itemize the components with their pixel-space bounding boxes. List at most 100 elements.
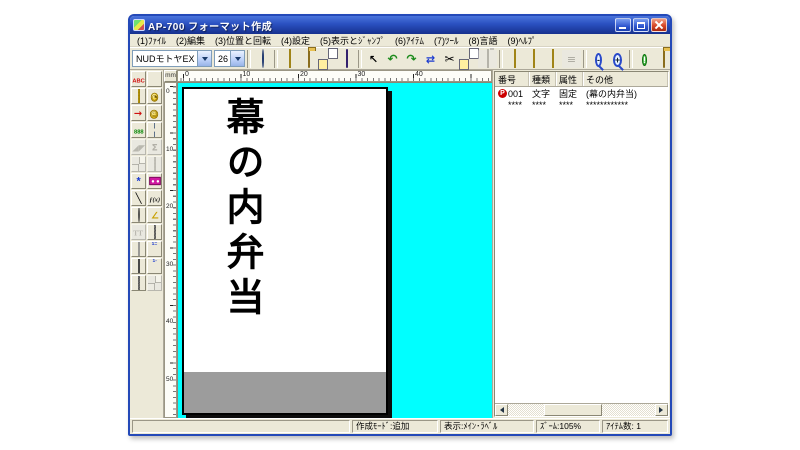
symbol-tool[interactable]: ☺ — [147, 105, 162, 121]
menu-settings[interactable]: (4)設定 — [276, 34, 315, 47]
table-row[interactable]: **** **** **** ************ — [495, 100, 668, 110]
calculator-icon — [153, 123, 156, 137]
cut-button[interactable]: ✂ — [440, 49, 460, 68]
menu-view-jump[interactable]: (5)表示とｼﾞｬﾝﾌﾟ — [315, 34, 390, 47]
decoration-tool[interactable]: * — [131, 173, 146, 189]
memo-add-button[interactable] — [505, 48, 525, 68]
scroll-left-icon[interactable] — [495, 404, 508, 416]
menu-edit[interactable]: (2)編集 — [171, 34, 210, 47]
toolbar: NUDモトヤEX明朝 26 ↖↶↷⇄✂≡-+! 全体表示 52.3 : 51.3 — [130, 47, 670, 70]
new-page-icon — [288, 48, 291, 68]
char-settings-button[interactable] — [253, 48, 273, 68]
memo-save-button[interactable] — [543, 48, 563, 68]
sequence-tool[interactable]: 1-2- — [147, 258, 162, 274]
media-tool[interactable] — [147, 173, 162, 189]
table-row[interactable]: P 001 文字 固定 (幕の内弁当) — [495, 87, 668, 100]
arrange-button[interactable]: ⇄ — [421, 49, 441, 68]
spray-icon: * — [136, 174, 141, 187]
chevron-down-icon[interactable] — [197, 51, 211, 66]
function-tool[interactable]: ƒ(x) — [147, 190, 162, 206]
calculator-tool[interactable] — [147, 122, 162, 138]
list-icon: ≡ — [566, 52, 577, 66]
scissors-icon: ✂ — [444, 51, 455, 66]
scrollbar-thumb[interactable] — [544, 404, 602, 416]
menu-help[interactable]: (9)ﾍﾙﾌﾟ — [503, 34, 542, 47]
table-tool[interactable] — [131, 88, 146, 104]
menu-position-rotation[interactable]: (3)位置と回転 — [210, 34, 276, 47]
line-icon: ╲ — [135, 192, 142, 204]
maximize-button[interactable] — [633, 18, 649, 32]
numbered-list-tool[interactable]: 1=2= — [147, 241, 162, 257]
label-text-item[interactable]: 幕の内弁当 — [214, 97, 269, 322]
cursor-icon: ↖ — [368, 52, 379, 66]
zoom-in-icon: + — [612, 52, 623, 67]
menu-item[interactable]: (6)ｱｲﾃﾑ — [390, 34, 429, 47]
jump-open-button[interactable] — [654, 48, 670, 68]
menu-bar: (1)ﾌｧｲﾙ (2)編集 (3)位置と回転 (4)設定 (5)表示とｼﾞｬﾝﾌﾟ (6)… — [130, 34, 670, 47]
cell-number: P 001 — [495, 89, 529, 99]
angle-tool[interactable]: ∠ — [147, 207, 162, 223]
item-list-rows: P 001 文字 固定 (幕の内弁当) **** **** **** ************ — [495, 87, 668, 110]
clock-tool[interactable]: ◔ — [147, 88, 162, 104]
redo-button[interactable]: ↷ — [402, 49, 422, 68]
frame-tool[interactable] — [131, 258, 146, 274]
design-canvas[interactable]: 幕の内弁当 — [177, 82, 492, 418]
title-bar[interactable]: AP-700 フォーマット作成 — [130, 16, 670, 34]
counter-tool[interactable]: 888 — [131, 122, 146, 138]
red-arrow-icon: → — [134, 107, 143, 119]
bulb-icon: ! — [642, 53, 648, 66]
scrollbar-track[interactable] — [508, 404, 655, 416]
font-select[interactable]: NUDモトヤEX明朝 — [132, 50, 212, 67]
pie-tool[interactable] — [131, 207, 146, 223]
open-button[interactable] — [299, 48, 319, 68]
save-button[interactable] — [337, 48, 357, 68]
status-zoom: ｽﾞｰﾑ:105% — [536, 420, 600, 433]
close-button[interactable] — [651, 18, 667, 32]
column-header-type[interactable]: 種類 — [529, 72, 556, 86]
undo-icon: ↶ — [387, 51, 398, 66]
item-list-hscrollbar[interactable] — [495, 403, 668, 416]
menu-tool[interactable]: (7)ﾂｰﾙ — [429, 34, 464, 47]
vertical-ruler: 0 10 20 30 40 50 — [164, 82, 177, 418]
bitmap-tool[interactable] — [131, 275, 146, 291]
arrow-tool[interactable]: → — [131, 105, 146, 121]
select-button[interactable]: ↖ — [364, 49, 384, 68]
item-list: 番号 種類 属性 その他 P 001 文字 固定 (幕の内弁当) **** **** **** ***… — [494, 71, 669, 417]
item-number: **** — [508, 100, 523, 110]
line-tool[interactable]: ╲ — [131, 190, 146, 206]
hint-button[interactable]: ! — [635, 49, 655, 68]
barcode-tool[interactable] — [131, 241, 146, 257]
scroll-right-icon[interactable] — [655, 404, 668, 416]
label-preview[interactable]: 幕の内弁当 — [182, 87, 388, 415]
menu-file[interactable]: (1)ﾌｧｲﾙ — [132, 34, 171, 47]
label-gray-band[interactable] — [184, 372, 386, 413]
barcode-icon — [137, 242, 140, 256]
cell-other: (幕の内弁当) — [586, 89, 637, 99]
text-tool[interactable]: ABC — [131, 71, 146, 87]
vertical-barcode-tool[interactable] — [147, 71, 162, 87]
menu-language[interactable]: (8)言語 — [464, 34, 503, 47]
smiley-icon: ☺ — [150, 109, 159, 119]
new-button[interactable] — [280, 48, 300, 68]
cell-other: ************ — [586, 100, 629, 110]
save-as-button[interactable] — [318, 49, 338, 68]
column-header-other[interactable]: その他 — [583, 72, 668, 86]
column-header-attribute[interactable]: 属性 — [556, 72, 583, 86]
zoom-in-button[interactable]: + — [608, 49, 628, 68]
globe-icon — [261, 48, 264, 68]
item-list-empty-area — [495, 110, 668, 403]
tool-palette: ABC ◔ → ☺ 888 ◢◤ Σ * ╲ ƒ(x) ∠ TT 1=2= 1-2- — [130, 70, 164, 418]
item-list-button: ≡ — [562, 49, 582, 68]
toolbar-separator — [583, 49, 588, 68]
minimize-button[interactable] — [615, 18, 631, 32]
memo-edit-button[interactable] — [524, 48, 544, 68]
toolbar-separator — [274, 49, 279, 68]
font-size-select[interactable]: 26 — [214, 50, 246, 67]
undo-button[interactable]: ↶ — [383, 49, 403, 68]
sum-tool: Σ — [147, 139, 162, 155]
zoom-out-button[interactable]: - — [589, 49, 609, 68]
copy-button[interactable] — [459, 49, 479, 68]
qrcode-tool[interactable] — [147, 224, 162, 240]
chevron-down-icon[interactable] — [230, 51, 245, 66]
column-header-number[interactable]: 番号 — [495, 72, 529, 86]
